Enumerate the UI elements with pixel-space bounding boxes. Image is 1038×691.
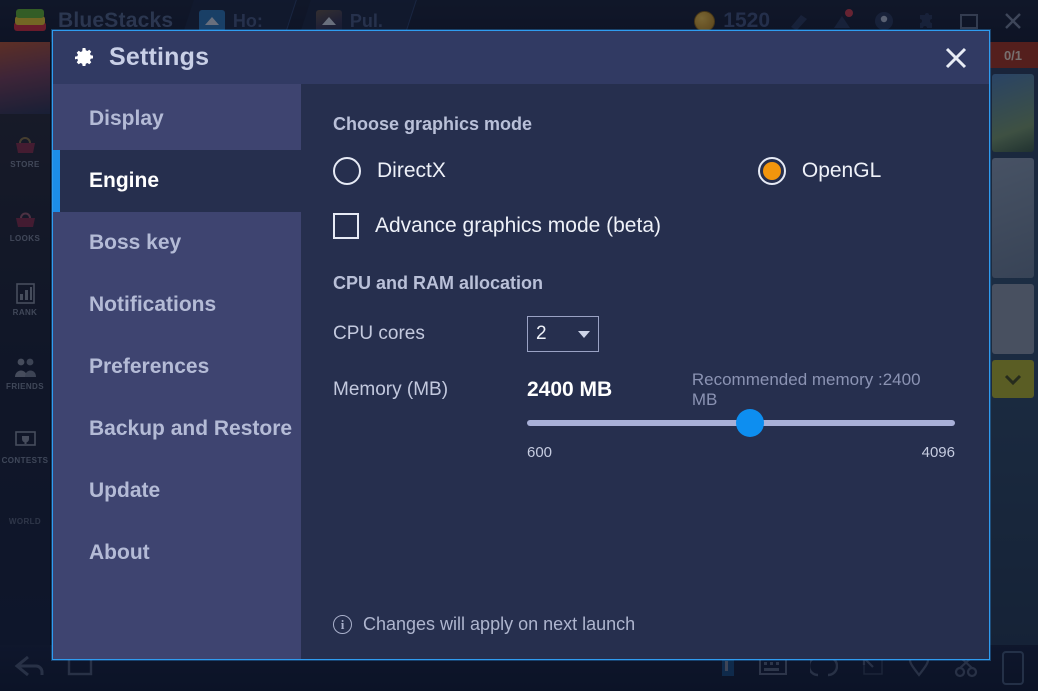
- checkbox-unchecked-icon: [333, 213, 359, 239]
- footer-note: i Changes will apply on next launch: [333, 614, 635, 635]
- memory-slider[interactable]: 600 4096: [527, 409, 955, 461]
- settings-sidebar: Display Engine Boss key Notifications Pr…: [53, 84, 301, 659]
- advance-graphics-mode-label: Advance graphics mode (beta): [375, 214, 661, 237]
- dialog-title: Settings: [109, 43, 210, 71]
- memory-slider-range: 600 4096: [527, 444, 955, 461]
- footer-note-text: Changes will apply on next launch: [363, 614, 636, 634]
- sidebar-item-label: Boss key: [89, 231, 182, 254]
- radio-option-label: OpenGL: [801, 159, 882, 182]
- gear-icon: [73, 47, 95, 69]
- advance-graphics-mode-checkbox[interactable]: Advance graphics mode (beta): [333, 213, 949, 239]
- sidebar-item-label: Preferences: [89, 355, 210, 378]
- engine-settings-panel: Choose graphics mode DirectX OpenGL Adva…: [301, 84, 989, 659]
- sidebar-item-update[interactable]: Update: [53, 460, 301, 522]
- radio-option-opengl[interactable]: OpenGL: [757, 157, 882, 185]
- sidebar-item-about[interactable]: About: [53, 522, 301, 584]
- sidebar-item-backup-and-restore[interactable]: Backup and Restore: [53, 398, 301, 460]
- memory-slider-max: 4096: [921, 444, 955, 461]
- memory-row: Memory (MB) 2400 MB Recommended memory :…: [333, 370, 949, 410]
- close-icon[interactable]: [937, 39, 975, 77]
- radio-checked-icon: [757, 157, 786, 185]
- graphics-mode-heading: Choose graphics mode: [333, 114, 533, 134]
- graphics-mode-radio-group: DirectX OpenGL: [333, 157, 949, 185]
- memory-recommended-label: Recommended memory :2400 MB: [691, 370, 921, 409]
- sidebar-item-display[interactable]: Display: [53, 88, 301, 150]
- sidebar-item-notifications[interactable]: Notifications: [53, 274, 301, 336]
- sidebar-item-label: Engine: [89, 169, 160, 192]
- sidebar-item-label: Backup and Restore: [89, 417, 293, 440]
- sidebar-item-boss-key[interactable]: Boss key: [53, 212, 301, 274]
- radio-option-label: DirectX: [377, 159, 446, 182]
- sidebar-item-preferences[interactable]: Preferences: [53, 336, 301, 398]
- dialog-title-bar: Settings: [53, 31, 989, 84]
- memory-slider-track[interactable]: [527, 409, 955, 437]
- settings-dialog: Settings Display Engine Boss key Notific…: [52, 30, 990, 660]
- cpu-cores-label: CPU cores: [333, 323, 425, 344]
- radio-option-directx[interactable]: DirectX: [333, 157, 446, 185]
- memory-value: 2400 MB: [527, 378, 613, 401]
- cpu-ram-allocation-heading: CPU and RAM allocation: [333, 273, 544, 293]
- sidebar-item-label: Display: [89, 107, 164, 130]
- memory-label: Memory (MB): [333, 379, 449, 400]
- screen: BlueStacks Ho: Pul. 1520: [0, 0, 1038, 691]
- memory-slider-min: 600: [527, 444, 553, 461]
- sidebar-item-label: Update: [89, 479, 161, 502]
- dialog-body: Display Engine Boss key Notifications Pr…: [53, 84, 989, 659]
- info-icon: i: [333, 615, 352, 634]
- sidebar-item-label: Notifications: [89, 293, 217, 316]
- cpu-cores-row: CPU cores 2: [333, 316, 949, 352]
- radio-unchecked-icon: [333, 157, 361, 185]
- cpu-cores-select[interactable]: 2: [527, 316, 599, 352]
- chevron-down-icon: [578, 330, 590, 338]
- sidebar-item-engine[interactable]: Engine: [53, 150, 301, 212]
- memory-slider-thumb[interactable]: [735, 409, 764, 437]
- cpu-cores-value: 2: [536, 323, 547, 344]
- sidebar-item-label: About: [89, 541, 150, 564]
